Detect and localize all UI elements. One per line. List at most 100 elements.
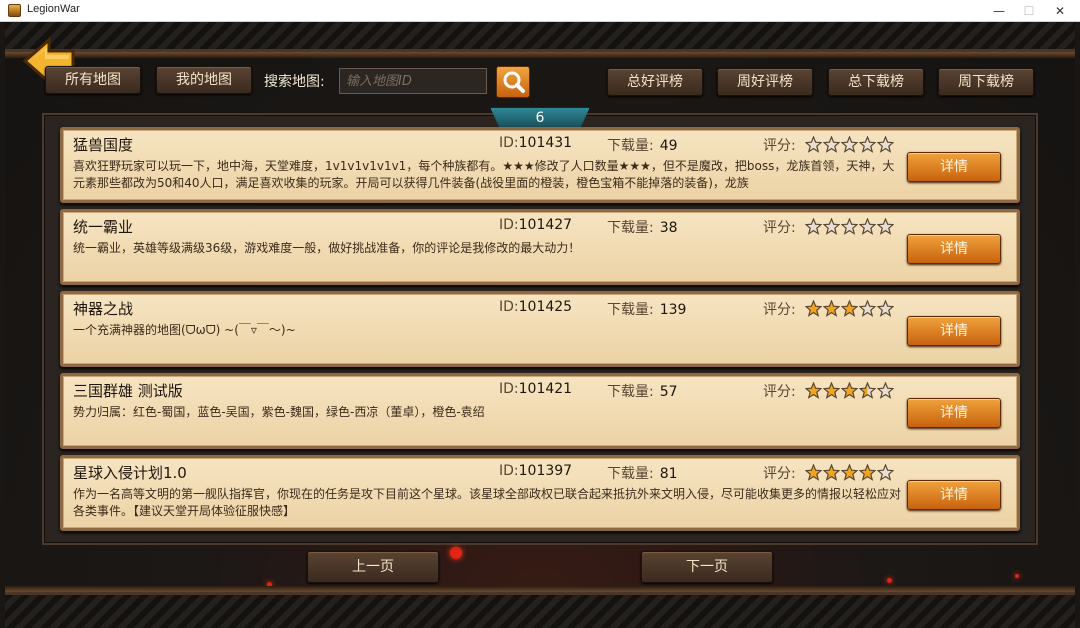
prev-page-button[interactable]: 上一页 [307,551,439,583]
map-card: 猛兽国度 ID:101431 下载量: 49 评分: 喜欢狂野玩家可以玩一下，地中… [60,127,1020,203]
map-card: 神器之战 ID:101425 下载量: 139 评分: 一个充满神器的地图(ᗜωᗜ… [60,291,1020,367]
star-empty-icon [823,136,840,153]
search-icon [503,71,525,93]
detail-button[interactable]: 详情 [907,152,1001,182]
id-label: ID: [499,217,519,233]
my-maps-button[interactable]: 我的地图 [156,66,252,94]
star-empty-icon [877,464,894,481]
id-value: 101431 [518,135,573,151]
id-value: 101425 [518,299,573,315]
downloads-label: 下载量: [607,220,654,236]
downloads-value: 57 [659,384,678,400]
downloads-label: 下载量: [607,384,654,400]
map-description: 喜欢狂野玩家可以玩一下，地中海，天堂难度，1v1v1v1v1v1，每个种族都有。… [73,159,895,190]
map-name: 神器之战 [73,300,134,318]
rating-stars [805,300,894,317]
star-empty-icon [859,300,876,317]
star-empty-icon [859,136,876,153]
star-filled-icon [841,300,858,317]
map-name: 猛兽国度 [73,136,134,154]
downloads-value: 81 [659,466,678,482]
top-rail [5,52,1075,58]
star-filled-icon [841,464,858,481]
star-empty-icon [841,136,858,153]
downloads-value: 139 [659,302,687,318]
close-window-button[interactable]: ✕ [1043,0,1077,22]
ember-decoration [1015,574,1019,578]
downloads-value: 49 [659,138,678,154]
ember-decoration [450,547,462,559]
tab-weekly-rating[interactable]: 周好评榜 [717,68,813,96]
map-downloads: 下载量: 81 [607,463,678,483]
star-filled-icon [859,464,876,481]
downloads-label: 下载量: [607,466,654,482]
star-filled-icon [823,464,840,481]
detail-button[interactable]: 详情 [907,480,1001,510]
all-maps-button[interactable]: 所有地图 [45,66,141,94]
tab-total-rating[interactable]: 总好评榜 [607,68,703,96]
map-card: 三国群雄 测试版 ID:101421 下载量: 57 评分: 势力归属：红色-蜀国… [60,373,1020,449]
star-filled-icon [805,382,822,399]
downloads-value: 38 [659,220,678,236]
star-filled-icon [823,300,840,317]
minimize-button[interactable]: — [982,0,1016,22]
star-empty-icon [805,218,822,235]
map-id: ID:101427 [499,217,572,233]
map-downloads: 下载量: 49 [607,135,678,155]
detail-button[interactable]: 详情 [907,234,1001,264]
search-label: 搜索地图: [264,74,325,90]
rating-stars [805,136,894,153]
ember-decoration [887,578,892,583]
detail-button[interactable]: 详情 [907,316,1001,346]
map-card: 星球入侵计划1.0 ID:101397 下载量: 81 评分: 作为一名高等文明的… [60,455,1020,531]
map-name: 统一霸业 [73,218,134,236]
search-button[interactable] [496,66,530,98]
id-value: 101397 [518,463,573,479]
window-titlebar: LegionWar — ☐ ✕ [0,0,1080,22]
map-description: 势力归属：红色-蜀国，蓝色-吴国，紫色-魏国，绿色-西凉（董卓），橙色-袁绍 [73,405,485,419]
map-name: 三国群雄 测试版 [73,382,183,400]
star-half-icon [859,382,876,399]
next-page-button[interactable]: 下一页 [641,551,773,583]
id-label: ID: [499,381,519,397]
map-card: 统一霸业 ID:101427 下载量: 38 评分: 统一霸业，英雄等级满级36级… [60,209,1020,285]
detail-button[interactable]: 详情 [907,398,1001,428]
map-id: ID:101425 [499,299,572,315]
id-label: ID: [499,299,519,315]
rating-stars [805,218,894,235]
rating-label: 评分: [763,220,796,236]
map-id: ID:101397 [499,463,572,479]
id-value: 101427 [518,217,573,233]
bottom-border-decoration [5,592,1075,628]
star-empty-icon [859,218,876,235]
search-input[interactable] [339,68,487,94]
star-empty-icon [805,136,822,153]
star-empty-icon [877,382,894,399]
map-description: 一个充满神器的地图(ᗜωᗜ) ~(￣▿￣～)~ [73,323,296,337]
downloads-label: 下载量: [607,138,654,154]
star-filled-icon [823,382,840,399]
game-viewport: 所有地图 我的地图 搜索地图: 总好评榜 周好评榜 总下载榜 周下载榜 6 猛兽… [5,22,1075,628]
app-icon [8,4,21,17]
map-id: ID:101431 [499,135,572,151]
downloads-label: 下载量: [607,302,654,318]
star-empty-icon [841,218,858,235]
rating-label: 评分: [763,384,796,400]
rating-stars [805,464,894,481]
tab-weekly-downloads[interactable]: 周下载榜 [938,68,1034,96]
page-number-tab: 6 [490,107,590,129]
rating-stars [805,382,894,399]
window-title: LegionWar [27,3,80,15]
map-downloads: 下载量: 57 [607,381,678,401]
map-name: 星球入侵计划1.0 [73,464,187,482]
star-empty-icon [877,136,894,153]
star-empty-icon [823,218,840,235]
maximize-button[interactable]: ☐ [1012,0,1046,22]
map-description: 统一霸业，英雄等级满级36级，游戏难度一般，做好挑战准备，你的评论是我修改的最大… [73,241,581,255]
top-border-decoration [5,22,1075,52]
tab-total-downloads[interactable]: 总下载榜 [828,68,924,96]
map-downloads: 下载量: 38 [607,217,678,237]
map-description: 作为一名高等文明的第一舰队指挥官，你现在的任务是攻下目前这个星球。该星球全部政权… [73,487,902,518]
rating-label: 评分: [763,138,796,154]
map-downloads: 下载量: 139 [607,299,686,319]
